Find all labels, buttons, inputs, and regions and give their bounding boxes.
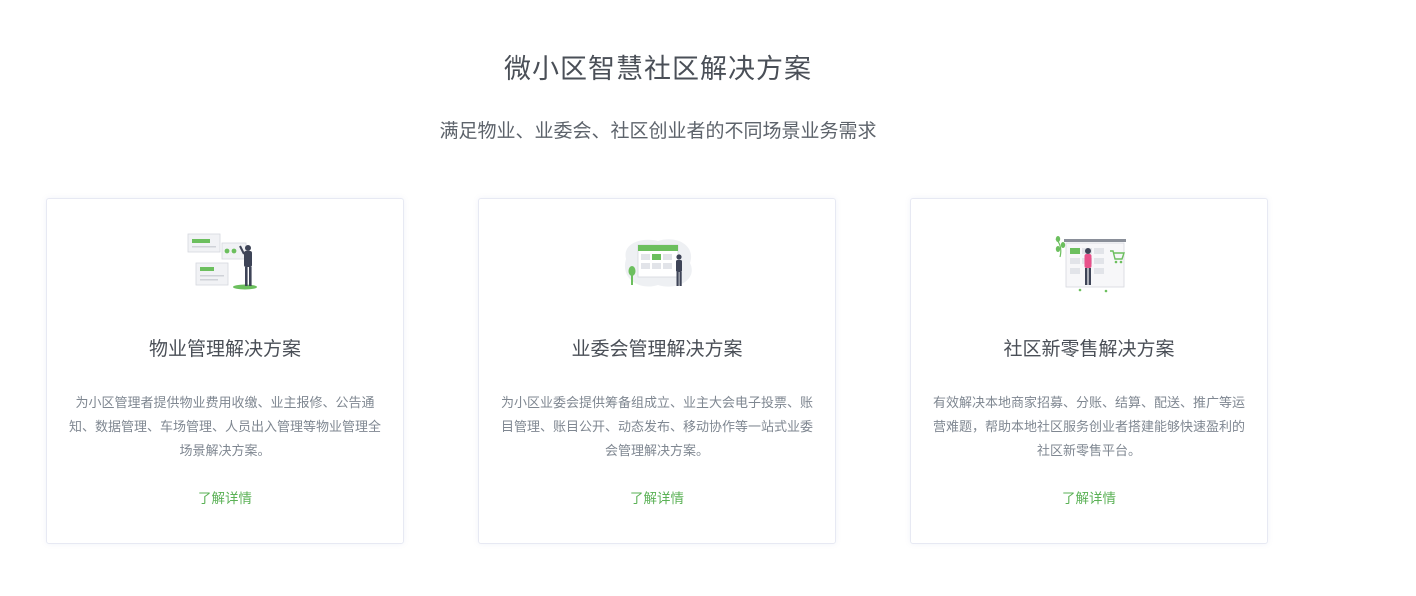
card-property-management: 物业管理解决方案 为小区管理者提供物业费用收缴、业主报修、公告通知、数据管理、车…: [46, 198, 404, 544]
community-retail-illustration-icon: [1055, 236, 1126, 293]
card-title: 社区新零售解决方案: [1003, 338, 1175, 360]
card-description: 为小区业委会提供筹备组成立、业主大会电子投票、账目管理、账目公开、动态发布、移动…: [500, 396, 813, 459]
learn-more-link[interactable]: 了解详情: [911, 487, 1267, 511]
card-owners-committee: 业委会管理解决方案 为小区业委会提供筹备组成立、业主大会电子投票、账目管理、账目…: [478, 198, 836, 544]
section-title: 微小区智慧社区解决方案: [504, 54, 812, 85]
learn-more-link[interactable]: 了解详情: [47, 487, 403, 511]
learn-more-link[interactable]: 了解详情: [479, 487, 835, 511]
card-community-retail: 社区新零售解决方案 有效解决本地商家招募、分账、结算、配送、推广等运营难题，帮助…: [910, 198, 1268, 544]
owners-committee-illustration-icon: [624, 239, 692, 287]
card-description: 为小区管理者提供物业费用收缴、业主报修、公告通知、数据管理、车场管理、人员出入管…: [68, 396, 381, 459]
property-management-illustration-icon: [187, 233, 257, 290]
card-title: 物业管理解决方案: [148, 338, 301, 360]
section-subtitle: 满足物业、业委会、社区创业者的不同场景业务需求: [439, 120, 877, 142]
card-description: 有效解决本地商家招募、分账、结算、配送、推广等运营难题，帮助本地社区服务创业者搭…: [932, 396, 1245, 459]
card-title: 业委会管理解决方案: [571, 338, 743, 360]
solutions-section: 微小区智慧社区解决方案 满足物业、业委会、社区创业者的不同场景业务需求 物业管理…: [0, 0, 1416, 596]
